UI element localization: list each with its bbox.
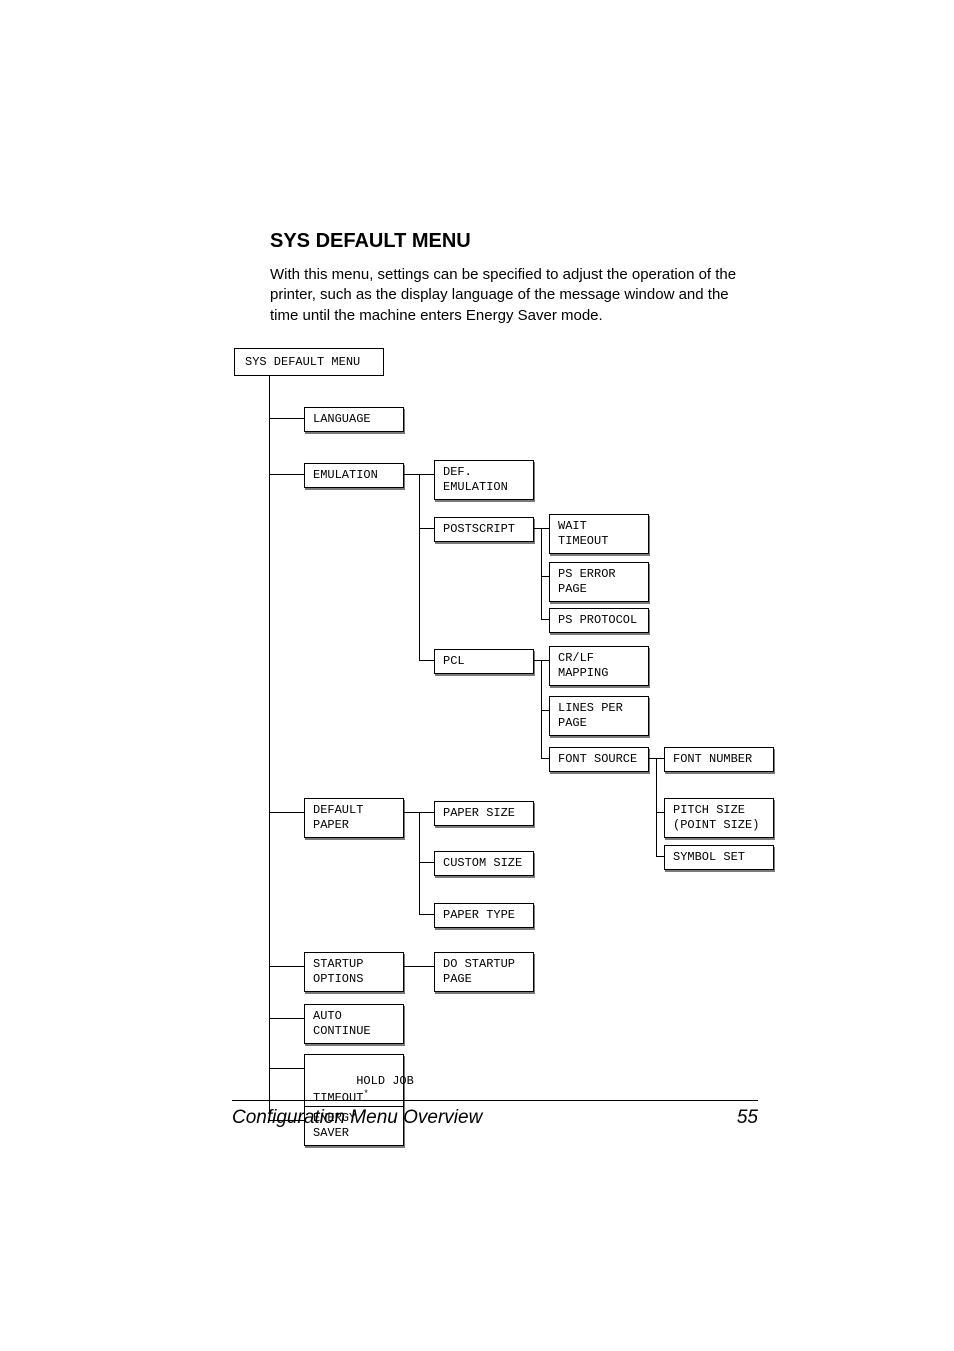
- box-auto-continue: AUTO CONTINUE: [304, 1004, 404, 1044]
- box-font-number: FONT NUMBER: [664, 747, 774, 772]
- box-do-startup-page: DO STARTUP PAGE: [434, 952, 534, 992]
- connector: [541, 710, 549, 711]
- box-crlf-mapping: CR/LF MAPPING: [549, 646, 649, 686]
- connector: [419, 528, 434, 529]
- box-ps-protocol: PS PROTOCOL: [549, 608, 649, 633]
- connector: [269, 812, 304, 813]
- asterisk-icon: *: [363, 1089, 368, 1099]
- box-paper-size: PAPER SIZE: [434, 801, 534, 826]
- connector: [269, 966, 304, 967]
- box-def-emulation: DEF. EMULATION: [434, 460, 534, 500]
- connector: [541, 528, 542, 619]
- box-default-paper: DEFAULT PAPER: [304, 798, 404, 838]
- page-number: 55: [737, 1107, 758, 1129]
- box-paper-type: PAPER TYPE: [434, 903, 534, 928]
- menu-diagram: SYS DEFAULT MENU LANGUAGE EMULATION DEF.…: [234, 348, 794, 1128]
- page-footer: Configuration Menu Overview 55: [232, 1100, 758, 1129]
- connector: [541, 758, 549, 759]
- connector: [541, 660, 542, 758]
- connector: [419, 474, 420, 660]
- box-pcl: PCL: [434, 649, 534, 674]
- connector: [269, 1068, 304, 1069]
- connector: [419, 862, 434, 863]
- connector: [656, 758, 657, 856]
- intro-paragraph: With this menu, settings can be specifie…: [270, 265, 754, 326]
- footer-title: Configuration Menu Overview: [232, 1107, 482, 1129]
- connector: [656, 812, 664, 813]
- connector: [419, 914, 434, 915]
- connector: [269, 474, 304, 475]
- box-wait-timeout: WAIT TIMEOUT: [549, 514, 649, 554]
- connector: [419, 660, 434, 661]
- box-pitch-size: PITCH SIZE (POINT SIZE): [664, 798, 774, 838]
- connector: [656, 856, 664, 857]
- box-symbol-set: SYMBOL SET: [664, 845, 774, 870]
- connector: [419, 812, 420, 914]
- box-startup-options: STARTUP OPTIONS: [304, 952, 404, 992]
- connector: [541, 619, 549, 620]
- section-heading: SYS DEFAULT MENU: [270, 230, 754, 253]
- box-font-source: FONT SOURCE: [549, 747, 649, 772]
- box-custom-size: CUSTOM SIZE: [434, 851, 534, 876]
- connector: [269, 418, 304, 419]
- box-language: LANGUAGE: [304, 407, 404, 432]
- box-emulation: EMULATION: [304, 463, 404, 488]
- box-ps-error-page: PS ERROR PAGE: [549, 562, 649, 602]
- box-lines-per-page: LINES PER PAGE: [549, 696, 649, 736]
- connector: [541, 576, 549, 577]
- box-root: SYS DEFAULT MENU: [234, 348, 384, 376]
- connector: [269, 1018, 304, 1019]
- box-postscript: POSTSCRIPT: [434, 517, 534, 542]
- connector: [269, 375, 270, 1120]
- connector: [404, 966, 434, 967]
